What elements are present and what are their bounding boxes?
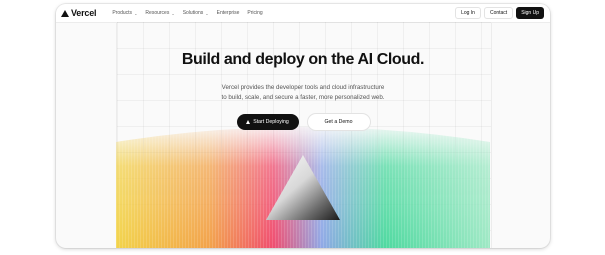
start-deploying-button[interactable]: Start Deploying <box>236 114 299 130</box>
triangle-icon <box>246 120 251 124</box>
chevron-down-icon: ⌄ <box>171 10 175 16</box>
nav-item-label: Pricing <box>247 10 263 16</box>
nav-menu: Products ⌄ Resources ⌄ Solutions ⌄ Enter… <box>112 10 262 16</box>
nav-item-label: Enterprise <box>216 10 240 16</box>
nav-item-pricing[interactable]: Pricing <box>247 10 262 16</box>
nav-item-solutions[interactable]: Solutions ⌄ <box>183 10 209 16</box>
top-nav: Vercel Products ⌄ Resources ⌄ Solutions … <box>56 4 550 23</box>
start-deploying-label: Start Deploying <box>253 119 289 125</box>
nav-item-label: Resources <box>145 10 170 16</box>
browser-window: Vercel Products ⌄ Resources ⌄ Solutions … <box>56 4 550 248</box>
hero-subline-2: to build, scale, and secure a faster, mo… <box>221 94 385 101</box>
logo[interactable]: Vercel <box>61 8 97 18</box>
gradient-rays-art <box>116 127 490 248</box>
logo-text: Vercel <box>71 8 97 18</box>
hero-subline-1: Vercel provides the developer tools and … <box>221 84 385 91</box>
nav-item-label: Solutions <box>182 10 204 16</box>
chevron-down-icon: ⌄ <box>134 10 138 16</box>
cta-row: Start Deploying Get a Demo <box>56 114 550 130</box>
nav-actions: Log In Contact Sign Up <box>455 7 544 19</box>
nav-item-label: Products <box>112 10 133 16</box>
get-demo-label: Get a Demo <box>324 119 353 125</box>
hero-headline: Build and deploy on the AI Cloud. <box>181 51 425 68</box>
contact-button[interactable]: Contact <box>483 7 514 19</box>
nav-item-enterprise[interactable]: Enterprise <box>217 10 240 16</box>
login-button[interactable]: Log In <box>455 7 481 19</box>
signup-button[interactable]: Sign Up <box>516 7 544 19</box>
chevron-down-icon: ⌄ <box>205 10 209 16</box>
get-demo-button[interactable]: Get a Demo <box>307 114 370 130</box>
nav-item-resources[interactable]: Resources ⌄ <box>145 10 174 16</box>
vercel-triangle-icon <box>61 9 69 17</box>
nav-item-products[interactable]: Products ⌄ <box>112 10 137 16</box>
